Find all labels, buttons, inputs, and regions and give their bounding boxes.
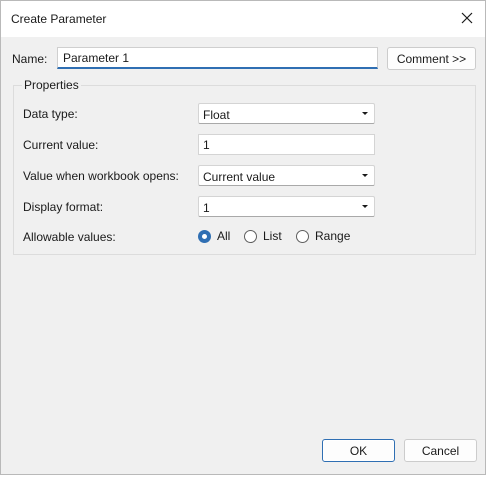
- radio-range-label: Range: [315, 229, 351, 243]
- name-label: Name:: [12, 52, 48, 66]
- properties-legend: Properties: [22, 78, 81, 92]
- chevron-down-icon: [362, 205, 368, 208]
- radio-all-label: All: [217, 229, 231, 243]
- display-format-value: 1: [203, 201, 210, 215]
- data-type-label: Data type:: [23, 107, 78, 121]
- display-format-select[interactable]: 1: [198, 196, 375, 217]
- radio-list-label: List: [263, 229, 282, 243]
- radio-range[interactable]: Range: [296, 229, 350, 243]
- radio-list-indicator[interactable]: [244, 229, 257, 243]
- chevron-down-icon: [362, 112, 368, 115]
- workbook-opens-select[interactable]: Current value: [198, 165, 375, 186]
- chevron-down-icon: [362, 174, 368, 177]
- comment-button[interactable]: Comment >>: [387, 47, 476, 70]
- current-value-label: Current value:: [23, 138, 99, 152]
- close-button[interactable]: [451, 3, 483, 33]
- current-value-input[interactable]: [198, 134, 375, 155]
- create-parameter-dialog: Create Parameter Name: Comment >> Proper…: [0, 0, 486, 475]
- ok-button[interactable]: OK: [322, 439, 395, 462]
- display-format-label: Display format:: [23, 200, 104, 214]
- radio-list[interactable]: List: [244, 229, 282, 243]
- window-title: Create Parameter: [11, 12, 107, 26]
- data-type-value: Float: [203, 108, 230, 122]
- name-input[interactable]: [57, 47, 378, 69]
- data-type-select[interactable]: Float: [198, 103, 375, 124]
- radio-all-indicator[interactable]: [198, 229, 211, 243]
- cancel-button[interactable]: Cancel: [404, 439, 477, 462]
- radio-all[interactable]: All: [198, 229, 230, 243]
- radio-range-indicator[interactable]: [296, 229, 309, 243]
- close-icon: [461, 12, 473, 24]
- workbook-opens-value: Current value: [203, 170, 276, 184]
- allowable-values-label: Allowable values:: [23, 230, 116, 244]
- title-bar: Create Parameter: [1, 1, 485, 37]
- workbook-opens-label: Value when workbook opens:: [23, 169, 179, 183]
